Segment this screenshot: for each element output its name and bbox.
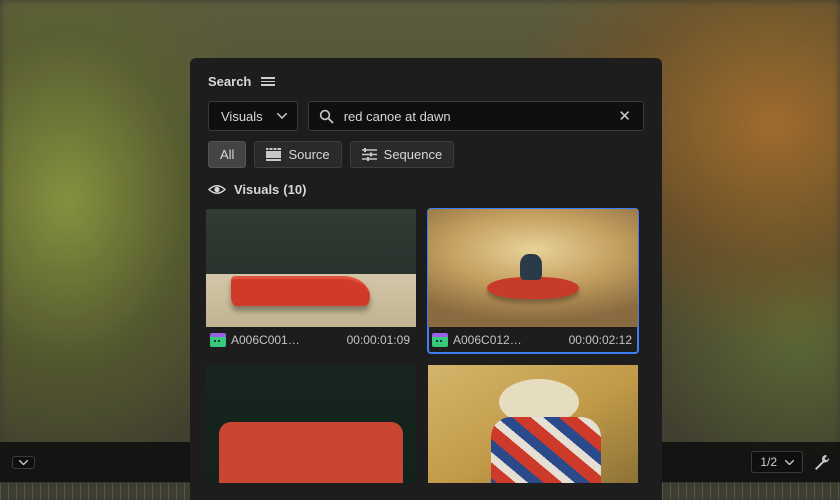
timeline-ruler[interactable] bbox=[0, 482, 190, 500]
clip-duration: 00:00:01:09 bbox=[347, 333, 410, 347]
search-icon bbox=[319, 109, 334, 124]
filter-all[interactable]: All bbox=[208, 141, 246, 168]
clip-image bbox=[206, 365, 416, 483]
source-icon bbox=[266, 148, 281, 161]
clip-type-icon bbox=[432, 333, 448, 347]
scope-dropdown[interactable]: Visuals bbox=[208, 101, 298, 131]
results-group-label: Visuals bbox=[234, 182, 279, 197]
filter-sequence[interactable]: Sequence bbox=[350, 141, 455, 168]
panel-title: Search bbox=[208, 74, 251, 89]
chevron-down-icon bbox=[19, 460, 28, 465]
clip-thumbnail[interactable]: A006C012… 00:00:02:12 bbox=[428, 209, 638, 353]
eye-icon bbox=[208, 183, 226, 196]
clip-thumbnail[interactable] bbox=[206, 365, 416, 483]
results-count: (10) bbox=[283, 182, 306, 197]
zoom-label: 1/2 bbox=[760, 455, 777, 469]
clip-image bbox=[428, 209, 638, 327]
search-panel: Search Visuals ✕ All Source Sequence Vis… bbox=[190, 58, 662, 500]
clip-thumbnail[interactable] bbox=[428, 365, 638, 483]
clip-image bbox=[206, 209, 416, 327]
bottom-toolbar-left bbox=[0, 442, 190, 482]
clip-thumbnail[interactable]: A006C001… 00:00:01:09 bbox=[206, 209, 416, 353]
chevron-down-icon bbox=[277, 113, 287, 119]
scope-label: Visuals bbox=[221, 109, 263, 124]
clip-image bbox=[428, 365, 638, 483]
left-dropdown[interactable] bbox=[12, 456, 35, 469]
clip-duration: 00:00:02:12 bbox=[569, 333, 632, 347]
clip-filename: A006C001… bbox=[231, 333, 300, 347]
zoom-dropdown[interactable]: 1/2 bbox=[751, 451, 803, 473]
filter-source[interactable]: Source bbox=[254, 141, 341, 168]
wrench-icon[interactable] bbox=[813, 454, 830, 471]
clear-search-icon[interactable]: ✕ bbox=[616, 107, 633, 125]
chevron-down-icon bbox=[785, 460, 794, 465]
panel-menu-icon[interactable] bbox=[261, 77, 275, 86]
search-input[interactable] bbox=[344, 109, 607, 124]
clip-filename: A006C012… bbox=[453, 333, 522, 347]
timeline-ruler[interactable] bbox=[662, 482, 840, 500]
search-field[interactable]: ✕ bbox=[308, 101, 644, 131]
bottom-toolbar-right: 1/2 bbox=[662, 442, 840, 482]
sequence-icon bbox=[362, 148, 377, 161]
clip-type-icon bbox=[210, 333, 226, 347]
